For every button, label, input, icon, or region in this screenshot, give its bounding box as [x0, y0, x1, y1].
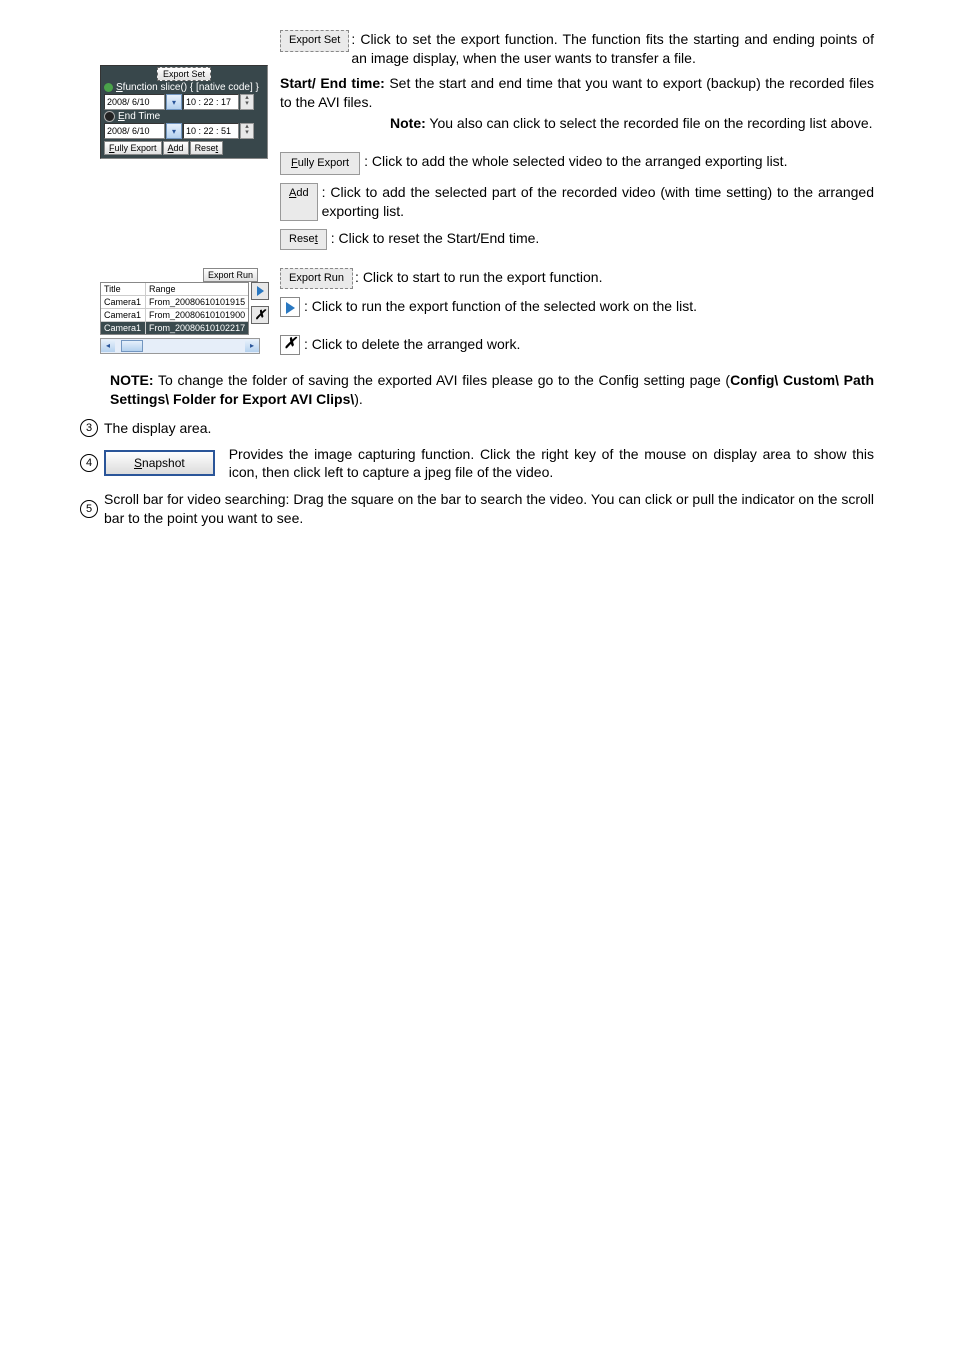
scroll-thumb[interactable]: [121, 340, 143, 352]
reset-button[interactable]: Reset: [280, 229, 327, 250]
start-date-dropdown-icon[interactable]: ▾: [166, 94, 182, 110]
table-row[interactable]: Camera1 From_20080610101915: [101, 296, 248, 309]
export-set-desc: :: [351, 31, 360, 47]
start-date-input[interactable]: 2008/ 6/10: [104, 94, 165, 110]
scroll-right-icon[interactable]: ▸: [245, 340, 259, 352]
end-date-input[interactable]: 2008/ 6/10: [104, 123, 165, 139]
item5-text: Scroll bar for video searching: Drag the…: [104, 490, 874, 528]
run-delete-icon[interactable]: ✗: [251, 306, 269, 324]
play-icon[interactable]: [280, 297, 300, 317]
marker-5: 5: [80, 500, 98, 518]
panel-export-set-title: Export Set: [157, 67, 211, 81]
item3-text: The display area.: [104, 420, 211, 436]
export-run-table: Title Range Camera1 From_20080610101915 …: [100, 282, 249, 335]
export-run-title: Export Run: [203, 268, 258, 282]
add-button[interactable]: Add: [280, 183, 318, 221]
radio-selected-icon: [104, 83, 113, 92]
reset-button-panel[interactable]: Reset: [190, 141, 224, 155]
run-play-icon[interactable]: [251, 282, 269, 300]
note-label-main: NOTE:: [110, 372, 154, 388]
end-date-dropdown-icon[interactable]: ▾: [166, 123, 182, 139]
end-time-spinner[interactable]: ▴▾: [240, 123, 254, 139]
scroll-left-icon[interactable]: ◂: [101, 340, 115, 352]
add-button-panel[interactable]: Add: [163, 141, 189, 155]
end-time-radio[interactable]: End Time: [104, 111, 264, 122]
export-set-label[interactable]: Export Set: [280, 30, 349, 52]
table-row[interactable]: Camera1 From_20080610101900: [101, 309, 248, 322]
export-run-label[interactable]: Export Run: [280, 268, 353, 289]
start-time-spinner[interactable]: ▴▾: [240, 94, 254, 110]
start-time-radio[interactable]: Sfunction slice() { [native code] }: [104, 82, 264, 93]
run-header-range: Range: [146, 283, 248, 295]
fully-export-button[interactable]: Fully Export: [280, 152, 360, 175]
start-time-input[interactable]: 10 : 22 : 17: [183, 94, 239, 110]
delete-icon[interactable]: ✗: [280, 335, 300, 355]
run-header-title: Title: [101, 283, 146, 295]
fully-export-button-panel[interactable]: Fully Export: [104, 141, 162, 155]
marker-4: 4: [80, 454, 98, 472]
marker-3: 3: [80, 419, 98, 437]
start-end-label: Start/ End time:: [280, 75, 385, 91]
export-run-panel: Export Run Title Range Camera1 From_2008…: [100, 268, 260, 354]
radio-unselected-icon: [104, 111, 115, 122]
table-row-selected[interactable]: Camera1 From_20080610102217: [101, 322, 248, 334]
snapshot-button[interactable]: Snapshot: [104, 450, 215, 476]
export-set-panel: Export Set Sfunction slice() { [native c…: [100, 65, 268, 159]
note-label: Note:: [390, 115, 426, 131]
horiz-scrollbar[interactable]: ◂ ▸: [100, 338, 260, 354]
item4-text: Provides the image capturing function. C…: [215, 445, 874, 483]
end-time-input[interactable]: 10 : 22 : 51: [183, 123, 239, 139]
